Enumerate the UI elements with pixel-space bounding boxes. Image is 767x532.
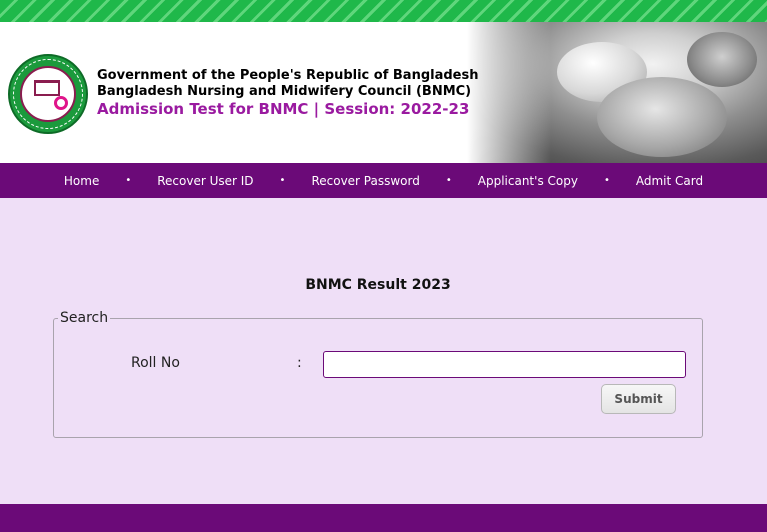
nav-separator: • <box>445 175 452 186</box>
site-footer <box>0 504 767 532</box>
main-nav: Home • Recover User ID • Recover Passwor… <box>0 163 767 198</box>
bnmc-logo <box>8 54 88 134</box>
nav-applicants-copy[interactable]: Applicant's Copy <box>478 174 578 188</box>
mother-child-icon <box>54 96 68 110</box>
submit-button[interactable]: Submit <box>601 384 676 414</box>
nav-home[interactable]: Home <box>64 174 99 188</box>
search-legend: Search <box>58 310 111 326</box>
search-fieldset: Search Roll No : Submit <box>53 310 703 438</box>
nav-separator: • <box>279 175 286 186</box>
header-council-title: Bangladesh Nursing and Midwifery Council… <box>97 84 472 99</box>
roll-no-input[interactable] <box>323 351 686 378</box>
nav-recover-password[interactable]: Recover Password <box>311 174 419 188</box>
header-banner-photo <box>467 22 767 163</box>
nav-admit-card[interactable]: Admit Card <box>636 174 703 188</box>
header-title-block: Government of the People's Republic of B… <box>97 68 478 119</box>
book-icon <box>34 80 60 96</box>
roll-no-label: Roll No <box>131 355 180 371</box>
logo-inner <box>20 66 76 122</box>
header-government-title: Government of the People's Republic of B… <box>97 68 479 83</box>
top-green-stripe <box>0 0 767 22</box>
roll-no-colon: : <box>297 355 302 371</box>
banner-shape <box>687 32 757 87</box>
page-title: BNMC Result 2023 <box>305 277 451 293</box>
site-header: Government of the People's Republic of B… <box>0 22 767 163</box>
banner-shape <box>597 77 727 157</box>
header-session-title: Admission Test for BNMC | Session: 2022-… <box>97 100 470 118</box>
nav-separator: • <box>603 175 610 186</box>
nav-recover-user-id[interactable]: Recover User ID <box>157 174 253 188</box>
nav-separator: • <box>125 175 132 186</box>
